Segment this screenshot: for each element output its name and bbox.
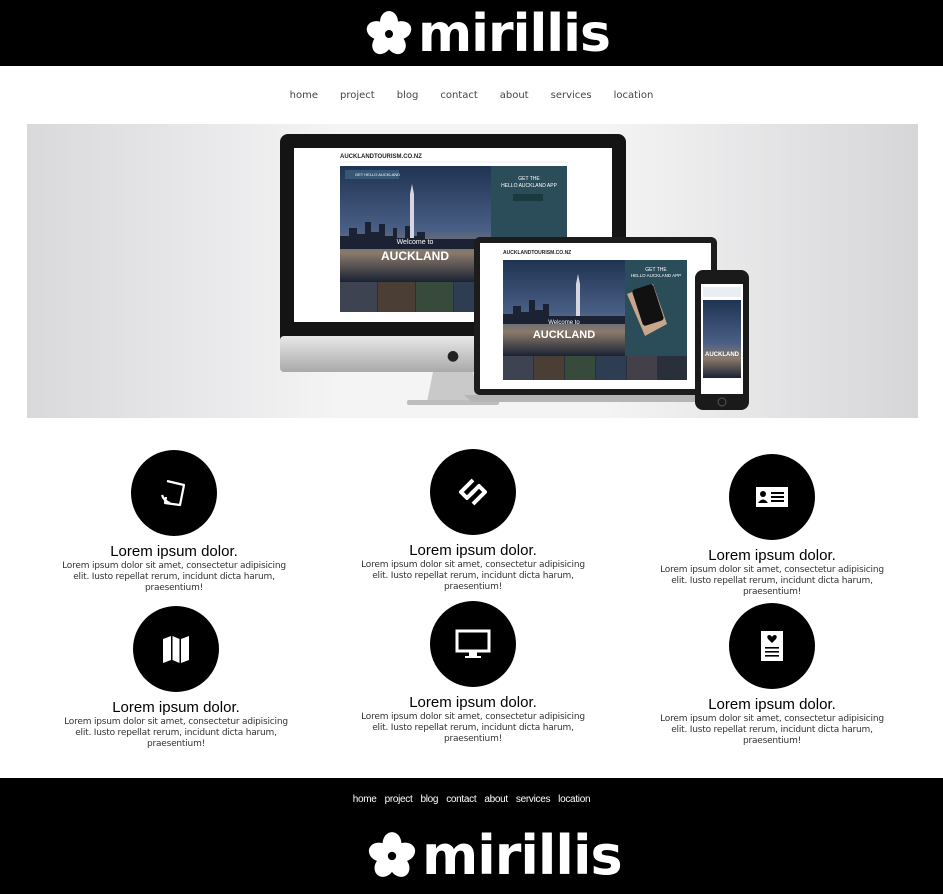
feature-card: Lorem ipsum dolor. Lorem ipsum dolor sit… [353,449,593,593]
footer-nav-contact[interactable]: contact [446,794,476,805]
phone-city: AUCKLAND [705,352,740,358]
map-icon [163,636,189,663]
feature-title: Lorem ipsum dolor. [409,542,537,559]
nav-project[interactable]: project [340,90,375,101]
feature-title: Lorem ipsum dolor. [409,694,537,711]
devices-mockup: ● AUCKLANDTOURISM.CO.NZ GET THE HELLO AU… [280,134,749,410]
feature-title: Lorem ipsum dolor. [708,696,836,713]
flower-icon [366,11,412,55]
hero-banner: ● AUCKLANDTOURISM.CO.NZ GET THE HELLO AU… [27,124,918,418]
monitor-icon [455,629,491,658]
brand-name: mirillis [422,824,623,887]
footer-nav-blog[interactable]: blog [420,794,438,805]
phone-device: AUCKLAND [695,270,749,410]
document-icon [160,479,186,507]
imac-banner: GET HELLO AUCKLAND [355,172,400,177]
footer-nav: home project blog contact about services… [0,794,943,805]
feature-card: Lorem ipsum dolor. Lorem ipsum dolor sit… [56,606,296,750]
feature-icon-circle [729,603,815,689]
brand-name: mirillis [418,4,611,64]
footer-nav-services[interactable]: services [516,794,551,805]
imac-promo-2: HELLO AUCKLAND APP [501,183,558,189]
feature-text: Lorem ipsum dolor sit amet, consectetur … [660,565,884,597]
nav-blog[interactable]: blog [397,90,419,101]
flower-icon [368,832,416,877]
imac-site-title: AUCKLANDTOURISM.CO.NZ [340,154,422,160]
feature-icon-circle [729,454,815,540]
imac-city: AUCKLAND [381,249,449,263]
footer-logo[interactable]: mirillis [366,824,623,888]
header-bar: mirillis [0,0,943,66]
laptop-promo-2: HELLO AUCKLAND APP [631,273,681,278]
footer-nav-location[interactable]: location [558,794,590,805]
feature-card: Lorem ipsum dolor. Lorem ipsum dolor sit… [652,454,892,598]
feature-icon-circle [133,606,219,692]
header-logo[interactable]: mirillis [364,4,611,64]
feature-card: Lorem ipsum dolor. Lorem ipsum dolor sit… [353,601,593,745]
feature-card: Lorem ipsum dolor. Lorem ipsum dolor sit… [54,450,294,594]
laptop-site-title: AUCKLANDTOURISM.CO.NZ [503,250,571,256]
main-nav: home project blog contact about services… [0,90,943,101]
footer-nav-about[interactable]: about [484,794,508,805]
laptop-device: AUCKLANDTOURISM.CO.NZ GET THE HELLO AUCK… [464,237,727,402]
feature-title: Lorem ipsum dolor. [112,699,240,716]
feature-icon-circle [430,601,516,687]
feature-text: Lorem ipsum dolor sit amet, consectetur … [660,714,884,746]
footer: home project blog contact about services… [0,778,943,894]
feature-icon-circle [430,449,516,535]
footer-nav-project[interactable]: project [385,794,413,805]
feature-text: Lorem ipsum dolor sit amet, consectetur … [62,561,286,593]
laptop-city: AUCKLAND [533,329,595,341]
feature-text: Lorem ipsum dolor sit amet, consectetur … [361,712,585,744]
id-card-icon [756,487,788,507]
nav-contact[interactable]: contact [440,90,477,101]
laptop-welcome: Welcome to [548,320,580,326]
nav-about[interactable]: about [500,90,529,101]
feature-card: Lorem ipsum dolor. Lorem ipsum dolor sit… [652,603,892,747]
heart-page-icon [761,631,783,661]
imac-promo-1: GET THE [518,176,540,182]
nav-home[interactable]: home [290,90,318,101]
nav-location[interactable]: location [614,90,654,101]
svg-text:●: ● [447,348,459,364]
nav-services[interactable]: services [551,90,592,101]
link-icon [459,478,487,506]
feature-icon-circle [131,450,217,536]
feature-title: Lorem ipsum dolor. [110,543,238,560]
imac-welcome: Welcome to [397,239,434,246]
feature-title: Lorem ipsum dolor. [708,547,836,564]
feature-text: Lorem ipsum dolor sit amet, consectetur … [361,560,585,592]
footer-nav-home[interactable]: home [353,794,377,805]
feature-text: Lorem ipsum dolor sit amet, consectetur … [64,717,288,749]
